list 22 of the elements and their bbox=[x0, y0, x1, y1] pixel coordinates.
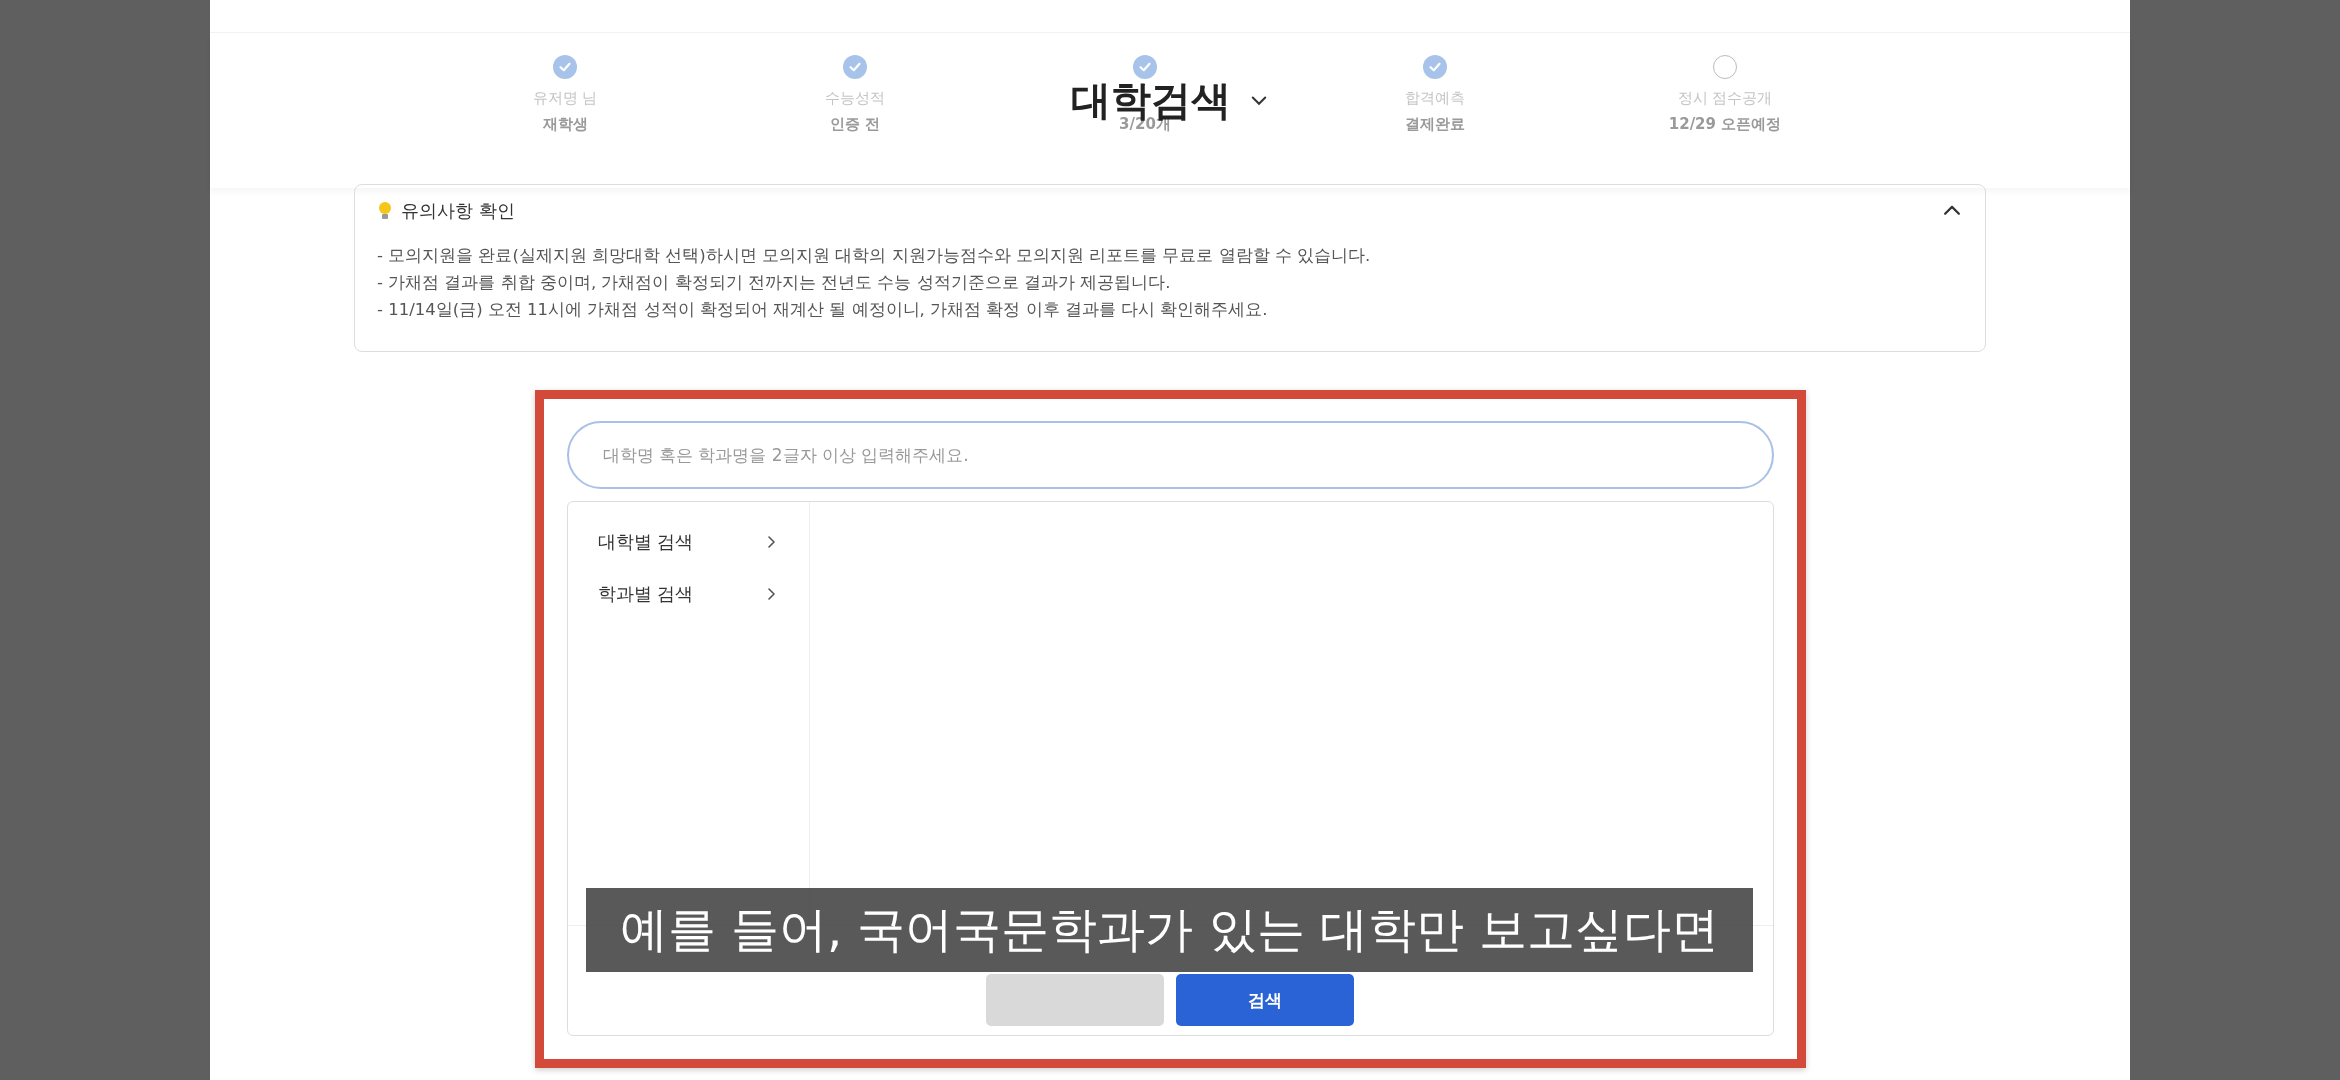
check-icon bbox=[1138, 60, 1152, 74]
notice-title: 유의사항 확인 bbox=[401, 199, 516, 223]
step-value: 재학생 bbox=[542, 115, 588, 134]
search-button[interactable]: 검색 bbox=[1176, 974, 1354, 1026]
check-icon bbox=[558, 60, 572, 74]
lightbulb-icon bbox=[377, 201, 393, 221]
step-label: 정시 점수공개 bbox=[1677, 89, 1773, 107]
search-field[interactable]: 대학명 혹은 학과명을 2글자 이상 입력해주세요. bbox=[566, 421, 1774, 489]
step-label: 수능성적 bbox=[825, 89, 885, 107]
menu-item[interactable]: 학과별 검색 bbox=[567, 568, 809, 620]
step-value: 결제완료 bbox=[1405, 115, 1465, 134]
subtitle-caption: 예를 들어, 국어국문학과가 있는 대학만 보고싶다면 bbox=[586, 888, 1753, 972]
step-label: 합격예측 bbox=[1405, 89, 1465, 107]
notice-text: - 11/14일(금) 오전 11시에 가채점 성적이 확정되어 재계산 될 예정이니, 가채점 확정 이후 결과를 다시 확인해주세요. bbox=[377, 299, 1269, 321]
notice-text: - 모의지원을 완료(실제지원 희망대학 선택)하시면 모의지원 대학의 지원가능점수와 모의지원 리포트를 무료로 열람할 수 있습니다. bbox=[377, 245, 1372, 267]
step-label: 유저명 님 bbox=[532, 89, 598, 107]
step-value: 12/29 오픈예정 bbox=[1668, 115, 1782, 134]
menu-item[interactable]: 대학별 검색 bbox=[567, 516, 809, 568]
step-value: 인증 전 bbox=[829, 115, 881, 134]
check-icon bbox=[848, 60, 862, 74]
check-icon bbox=[1428, 60, 1442, 74]
notice-text: - 가채점 결과를 취합 중이며, 가채점이 확정되기 전까지는 전년도 수능 성적기준으로 결과가 제공됩니다. bbox=[377, 272, 1172, 294]
